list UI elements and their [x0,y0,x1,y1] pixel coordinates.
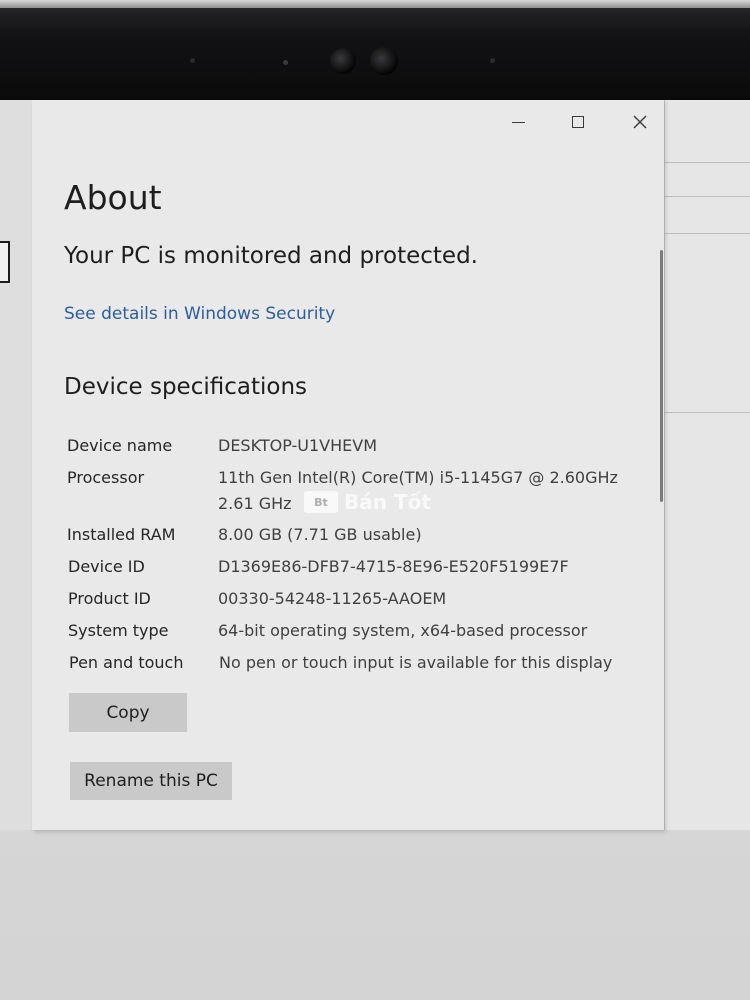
spec-value-pen-touch: No pen or touch input is available for t… [219,653,613,672]
page-title: About [64,178,162,217]
security-status: Your PC is monitored and protected. [64,243,478,269]
sensor-dot [490,58,495,63]
device-specs-heading: Device specifications [64,374,308,400]
sensor-dot [283,60,288,65]
watermark-logo-icon: Bt [304,491,338,513]
spec-label-system-type: System type [68,621,169,640]
windows-security-link[interactable]: See details in Windows Security [64,304,335,324]
webcam-lens [370,47,398,75]
watermark-text: Bán Tốt [344,490,431,514]
copy-button[interactable]: Copy [69,693,187,732]
spec-label-processor: Processor [67,468,145,487]
close-icon[interactable] [628,110,652,134]
sensor-dot [190,58,195,63]
settings-nav-panel [0,100,32,830]
webcam-lens [330,48,356,74]
nav-selection-box[interactable] [0,241,10,283]
spec-value-device-name: DESKTOP-U1VHEVM [218,436,377,455]
spec-label-device-name: Device name [67,436,173,455]
background-divider [664,412,750,413]
processor-line-1: 11th Gen Intel(R) Core(TM) i5-1145G7 @ 2… [218,468,618,487]
spec-label-pen-touch: Pen and touch [69,653,184,672]
background-divider [664,233,750,234]
spec-value-system-type: 64-bit operating system, x64-based proce… [218,621,588,640]
spec-label-installed-ram: Installed RAM [67,525,176,544]
background-window [664,100,750,830]
bezel-edge [0,0,750,8]
background-divider [664,196,750,197]
rename-pc-button[interactable]: Rename this PC [70,762,232,800]
photo-stage: About Your PC is monitored and protected… [0,0,750,1000]
maximize-icon[interactable] [566,110,590,134]
spec-label-product-id: Product ID [68,589,151,608]
spec-label-device-id: Device ID [68,557,145,576]
background-divider [664,162,750,163]
minimize-icon[interactable] [506,110,530,134]
spec-value-installed-ram: 8.00 GB (7.71 GB usable) [218,525,422,544]
scrollbar[interactable] [660,250,663,502]
spec-value-product-id: 00330-54248-11265-AAOEM [218,589,447,608]
laptop-bezel [0,0,750,100]
spec-value-device-id: D1369E86-DFB7-4715-8E96-E520F5199E7F [218,557,569,576]
watermark: Bt Bán Tốt [304,487,431,517]
